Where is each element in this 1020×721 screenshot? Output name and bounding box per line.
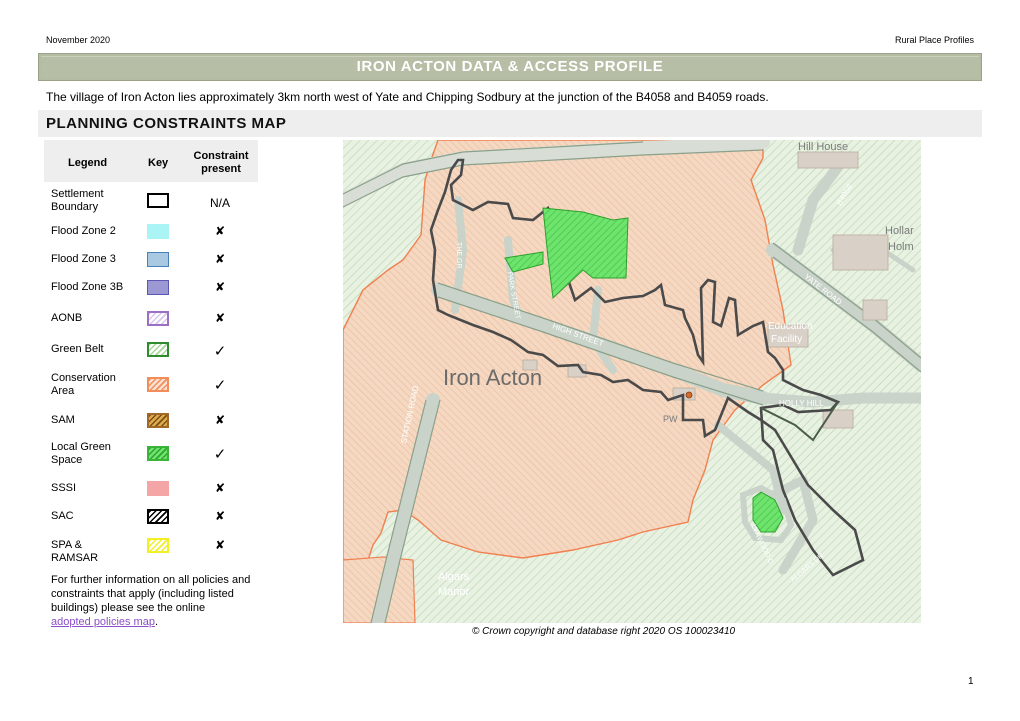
place-of-worship-marker[interactable]	[685, 391, 693, 399]
legend-label: SAC	[51, 510, 74, 522]
constraint-present-indicator: ✘	[214, 280, 226, 294]
legend-label: Flood Zone 3	[51, 253, 116, 265]
constraint-present-indicator: ✓	[213, 377, 227, 394]
map-label-pw: PW	[663, 414, 678, 424]
map-label-algars: Algars	[438, 571, 470, 583]
legend-col-header: Legend	[68, 157, 108, 169]
legend-key-swatch	[147, 481, 169, 496]
section-title: PLANNING CONSTRAINTS MAP	[46, 115, 287, 132]
legend-key-swatch	[147, 413, 169, 428]
legend-label: Green Belt	[51, 343, 104, 355]
legend-label: Settlement Boundary	[51, 188, 104, 213]
constraint-present-indicator: ✘	[214, 413, 226, 427]
legend-label: Conservation Area	[51, 372, 116, 397]
section-header: PLANNING CONSTRAINTS MAP	[38, 110, 982, 137]
legend-key-swatch	[147, 224, 169, 239]
footnote: For further information on all policies …	[51, 573, 261, 629]
constraint-present-indicator: ✓	[213, 446, 227, 463]
constraint-present-indicator: ✘	[214, 538, 226, 552]
legend-label: Flood Zone 2	[51, 225, 116, 237]
constraint-present-indicator: ✘	[214, 311, 226, 325]
footnote-after: .	[154, 616, 159, 628]
key-col-header: Key	[148, 157, 169, 169]
legend-label: Local Green Space	[51, 441, 111, 466]
page-number: 1	[968, 676, 974, 687]
map-label-the-green: THE GR	[455, 242, 462, 268]
map-label-hill-house: Hill House	[798, 141, 848, 153]
legend-key-swatch	[147, 280, 169, 295]
map-label-iron-acton: Iron Acton	[443, 365, 542, 390]
map-label-manor: Manor	[438, 586, 470, 598]
header-date: November 2020	[46, 35, 111, 45]
copyright-notice: © Crown copyright and database right 202…	[472, 626, 736, 637]
legend-key-swatch	[147, 538, 169, 553]
legend-key-swatch	[147, 509, 169, 524]
legend-label: AONB	[51, 312, 83, 324]
constraint-present-indicator: N/A	[209, 196, 230, 210]
map-label-facility: Facility	[771, 334, 802, 345]
constraint-present-indicator: ✘	[214, 509, 226, 523]
constraint-present-indicator: ✘	[214, 481, 226, 495]
footnote-text: For further information on all policies …	[51, 574, 251, 614]
constraint-present-indicator: ✓	[213, 343, 227, 360]
map-label-education: Education	[768, 321, 812, 332]
title-banner: IRON ACTON DATA & ACCESS PROFILE	[38, 53, 982, 81]
legend-key-swatch	[147, 377, 169, 392]
legend-key-swatch	[147, 446, 169, 461]
constraint-present-indicator: ✘	[214, 252, 226, 266]
constraint-present-col-header: Constraint present	[193, 150, 249, 175]
map-label-hollar: Hollar	[885, 225, 914, 237]
legend-key-swatch	[147, 342, 169, 357]
legend-label: Flood Zone 3B	[51, 281, 124, 293]
map-label-holly-hill: HOLLY HILL	[779, 399, 824, 408]
legend-key-swatch	[147, 193, 169, 208]
page-title: IRON ACTON DATA & ACCESS PROFILE	[356, 58, 664, 75]
legend-label: SSSI	[51, 482, 77, 494]
legend-label: SPA & RAMSAR	[51, 539, 99, 564]
legend-label: SAM	[51, 414, 75, 426]
intro-text: The village of Iron Acton lies approxima…	[46, 90, 769, 104]
legend-key-swatch	[147, 311, 169, 326]
legend-key-swatch	[147, 252, 169, 267]
header-series: Rural Place Profiles	[894, 35, 974, 45]
legend-table-header: Legend Key Constraint present	[44, 140, 258, 182]
planning-constraints-map[interactable]: Hill House B4058 Hollar Holm YATE ROAD E…	[343, 140, 921, 623]
adopted-policies-map-link[interactable]: adopted policies map	[51, 616, 155, 628]
map-label-holm: Holm	[888, 241, 914, 253]
constraint-present-indicator: ✘	[214, 224, 226, 238]
